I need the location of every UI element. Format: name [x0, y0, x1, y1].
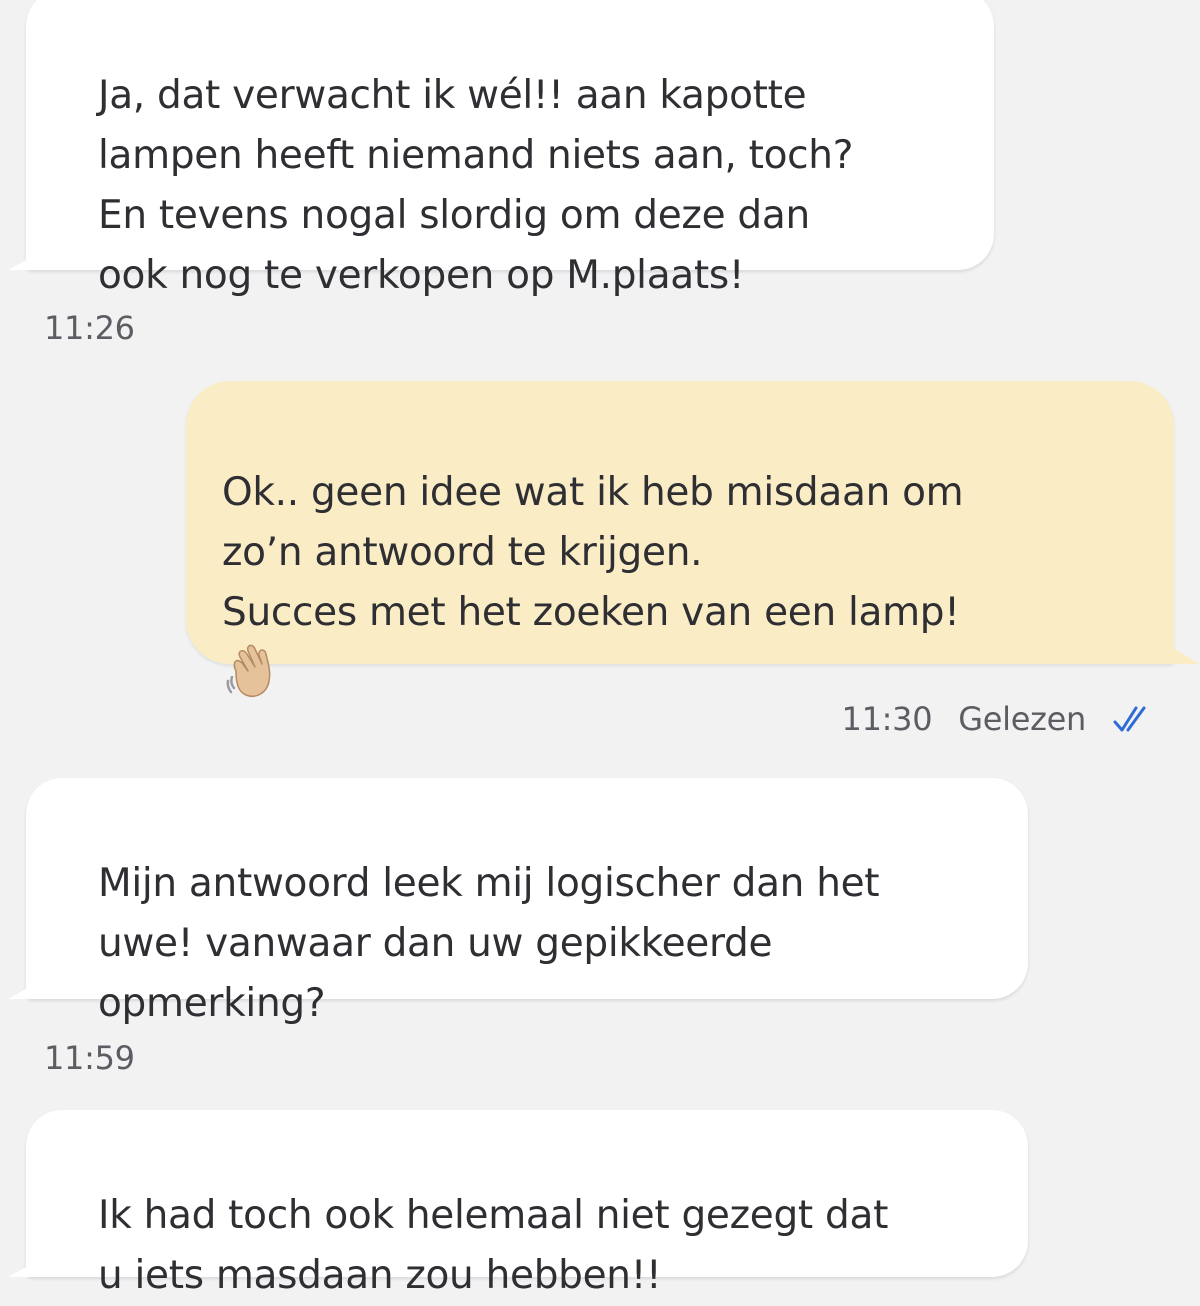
message-text: Ik had toch ook helemaal niet gezegt dat…	[98, 1193, 889, 1298]
message-timestamp: 11:26	[44, 309, 135, 347]
waving-hand-icon	[226, 644, 271, 697]
message-meta: 11:30 Gelezen	[842, 700, 1154, 738]
message-timestamp: 11:30	[841, 700, 933, 738]
message-text: Ok.. geen idee wat ik heb misdaan om zo’…	[222, 470, 964, 635]
incoming-message-bubble[interactable]: Ik had toch ook helemaal niet gezegt dat…	[26, 1110, 1028, 1298]
chat-thread: Ja, dat verwacht ik wél!! aan kapotte la…	[0, 0, 1200, 1298]
double-check-icon	[1113, 706, 1146, 732]
message-text: Ja, dat verwacht ik wél!! aan kapotte la…	[98, 73, 854, 298]
incoming-message-bubble[interactable]: Ja, dat verwacht ik wél!! aan kapotte la…	[26, 0, 994, 298]
message-text: Mijn antwoord leek mij logischer dan het…	[98, 861, 880, 1026]
message-timestamp: 11:59	[44, 1039, 135, 1077]
read-status-label: Gelezen	[958, 700, 1086, 738]
outgoing-message-bubble[interactable]: Ok.. geen idee wat ik heb misdaan om zo’…	[186, 381, 1174, 697]
incoming-message-bubble[interactable]: Mijn antwoord leek mij logischer dan het…	[26, 778, 1028, 1026]
